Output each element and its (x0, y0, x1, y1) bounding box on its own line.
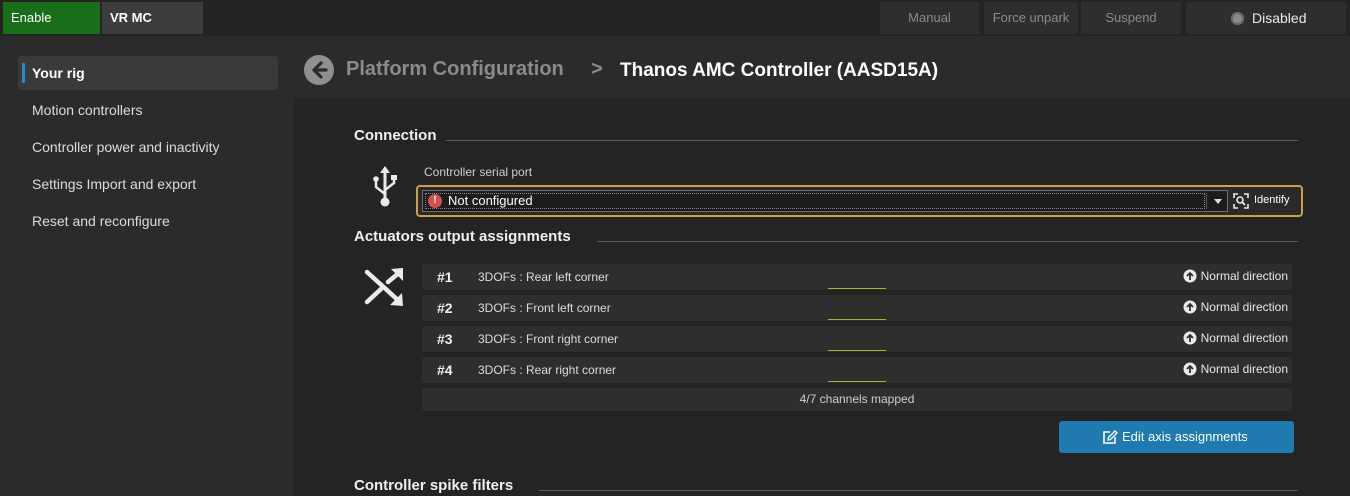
identify-search-icon (1233, 193, 1249, 209)
edit-axis-assignments-label: Edit axis assignments (1122, 429, 1248, 444)
arrow-up-circle-icon (1183, 362, 1197, 376)
actuator-name: 3DOFs : Rear left corner (478, 270, 609, 284)
main-panel: Platform Configuration > Thanos AMC Cont… (294, 36, 1350, 496)
section-divider (597, 241, 1298, 242)
serial-port-value: Not configured (448, 193, 533, 208)
status-label: Disabled (1252, 10, 1307, 26)
direction-label: Normal direction (1200, 362, 1288, 376)
sidebar: Your rig Motion controllers Controller p… (0, 36, 294, 496)
direction-toggle[interactable]: Normal direction (1183, 362, 1288, 376)
motion-status-indicator: Disabled (1186, 2, 1346, 34)
serial-port-group: ! Not configured Identify (416, 185, 1303, 217)
actuator-number: #3 (437, 331, 453, 347)
spike-filters-section-title: Controller spike filters (354, 477, 514, 494)
connection-section-title: Connection (354, 127, 437, 144)
actuator-name: 3DOFs : Front right corner (478, 332, 619, 346)
actuator-row[interactable]: #1 3DOFs : Rear left corner Normal direc… (422, 264, 1292, 290)
actuator-name: 3DOFs : Rear right corner (478, 363, 617, 377)
section-divider (539, 490, 1298, 491)
actuator-row[interactable]: #2 3DOFs : Front left corner Normal dire… (422, 295, 1292, 321)
direction-label: Normal direction (1200, 331, 1288, 345)
page-title: Thanos AMC Controller (AASD15A) (620, 60, 939, 81)
top-bar: Enable motion VR MC Monitor Manual contr… (0, 0, 1350, 57)
shuffle-icon (364, 268, 403, 306)
back-button[interactable] (304, 55, 334, 85)
channels-mapped-summary: 4/7 channels mapped (422, 388, 1292, 411)
direction-toggle[interactable]: Normal direction (1183, 331, 1288, 345)
enable-motion-button[interactable]: Enable motion (3, 2, 100, 57)
direction-label: Normal direction (1200, 300, 1288, 314)
edit-icon (1103, 430, 1118, 444)
arrow-left-icon (312, 61, 328, 79)
edit-axis-assignments-button[interactable]: Edit axis assignments (1059, 421, 1294, 453)
actuator-name: 3DOFs : Front left corner (478, 301, 611, 315)
focus-outline (425, 193, 1205, 209)
sidebar-item-reset-reconfigure[interactable]: Reset and reconfigure (18, 204, 278, 238)
status-dot-icon (1231, 12, 1244, 25)
actuator-row[interactable]: #4 3DOFs : Rear right corner Normal dire… (422, 357, 1292, 383)
actuator-level-bar (828, 319, 886, 320)
identify-label: Identify (1254, 194, 1290, 206)
actuator-row[interactable]: #3 3DOFs : Front right corner Normal dir… (422, 326, 1292, 352)
section-divider (446, 140, 1298, 141)
sidebar-item-your-rig[interactable]: Your rig (18, 56, 278, 90)
actuator-number: #4 (437, 362, 453, 378)
vr-mc-monitor-button[interactable]: VR MC Monitor (102, 2, 203, 57)
chevron-down-icon[interactable] (1214, 199, 1222, 204)
breadcrumb-separator: > (591, 58, 603, 80)
sidebar-item-motion-controllers[interactable]: Motion controllers (18, 93, 278, 127)
direction-toggle[interactable]: Normal direction (1183, 269, 1288, 283)
usb-icon (373, 166, 397, 207)
actuators-section-title: Actuators output assignments (354, 228, 571, 245)
actuator-level-bar (828, 288, 886, 289)
breadcrumb-parent[interactable]: Platform Configuration (346, 58, 564, 81)
direction-toggle[interactable]: Normal direction (1183, 300, 1288, 314)
actuator-level-bar (828, 350, 886, 351)
breadcrumb: Platform Configuration > Thanos AMC Cont… (294, 36, 1350, 98)
arrow-up-circle-icon (1183, 331, 1197, 345)
suspend-motion-button[interactable]: Suspend motion (1081, 2, 1181, 57)
sidebar-item-controller-power[interactable]: Controller power and inactivity (18, 130, 278, 164)
sidebar-item-settings-import-export[interactable]: Settings Import and export (18, 167, 278, 201)
actuator-number: #1 (437, 269, 453, 285)
actuator-level-bar (828, 381, 886, 382)
arrow-up-circle-icon (1183, 300, 1197, 314)
serial-port-dropdown[interactable]: ! Not configured (422, 190, 1228, 212)
identify-button[interactable]: Identify (1230, 190, 1298, 212)
actuator-number: #2 (437, 300, 453, 316)
serial-port-label: Controller serial port (424, 165, 533, 179)
direction-label: Normal direction (1200, 269, 1288, 283)
dropdown-divider (1206, 193, 1207, 209)
manual-control-button[interactable]: Manual control (880, 2, 979, 57)
arrow-up-circle-icon (1183, 269, 1197, 283)
warning-icon: ! (428, 194, 442, 208)
force-unpark-button[interactable]: Force unpark (984, 2, 1078, 34)
